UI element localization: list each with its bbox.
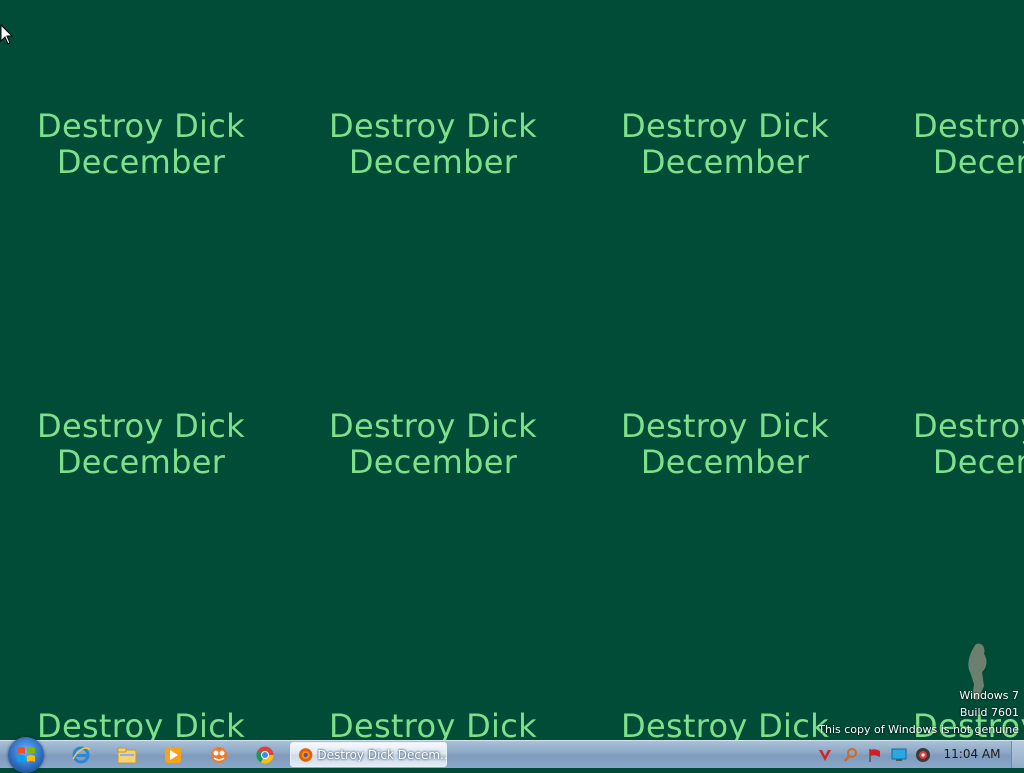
wallpaper-text: Destroy DickDecember — [621, 407, 829, 481]
wallpaper-text: Destroy Dick — [37, 707, 245, 740]
windows-logo-icon — [17, 747, 35, 762]
wallpaper-text: Destroy DickDecember — [621, 107, 829, 181]
pinned-windows-explorer[interactable] — [107, 742, 147, 768]
tray-network[interactable] — [890, 746, 908, 764]
wallpaper-text: Destroy DickDecember — [37, 407, 245, 481]
taskbar-window-button[interactable]: Destroy Dick Decem... — [290, 742, 447, 767]
show-desktop-button[interactable] — [1011, 741, 1024, 768]
network-icon — [891, 748, 907, 761]
flag-icon — [869, 749, 880, 762]
pinned-chrome[interactable] — [245, 742, 285, 768]
windows-watermark: Windows 7 Build 7601 This copy of Window… — [818, 689, 1019, 736]
taskbar: Destroy Dick Decem... 11:04 AM — [0, 737, 1024, 773]
wallpaper-text: Destroy DickDecember — [329, 407, 537, 481]
wallpaper-text: Destroy DickDecember — [329, 107, 537, 181]
app-icon — [211, 747, 227, 763]
tray-antivirus[interactable] — [816, 746, 834, 764]
tray-volume[interactable] — [914, 746, 932, 764]
internet-explorer-icon — [72, 746, 91, 764]
search-tool-icon — [844, 748, 857, 762]
tray-search-tool[interactable] — [842, 746, 860, 764]
wallpaper-text: Destroy DickDecember — [913, 107, 1024, 181]
wallpaper-text: Destroy DickDecember — [37, 107, 245, 181]
chrome-icon — [256, 746, 274, 764]
pinned-internet-explorer[interactable] — [61, 742, 101, 768]
media-player-icon — [165, 747, 181, 763]
pinned-media-player[interactable] — [153, 742, 193, 768]
wallpaper-text: Destroy Dick — [329, 707, 537, 740]
volume-icon — [916, 748, 930, 762]
pinned-app[interactable] — [199, 742, 239, 768]
mouse-cursor-icon — [0, 24, 14, 45]
taskbar-window-title: Destroy Dick Decem... — [317, 747, 446, 762]
antivirus-icon — [819, 750, 831, 761]
desktop[interactable]: Destroy Dick December Destroy Dick Decembe… — [0, 0, 1024, 740]
windows-explorer-icon — [117, 747, 137, 764]
tray-flag[interactable] — [866, 746, 884, 764]
firefox-icon — [298, 747, 313, 762]
wallpaper-text: Destroy DickDecember — [913, 407, 1024, 481]
system-clock[interactable]: 11:04 AM — [940, 741, 1004, 768]
